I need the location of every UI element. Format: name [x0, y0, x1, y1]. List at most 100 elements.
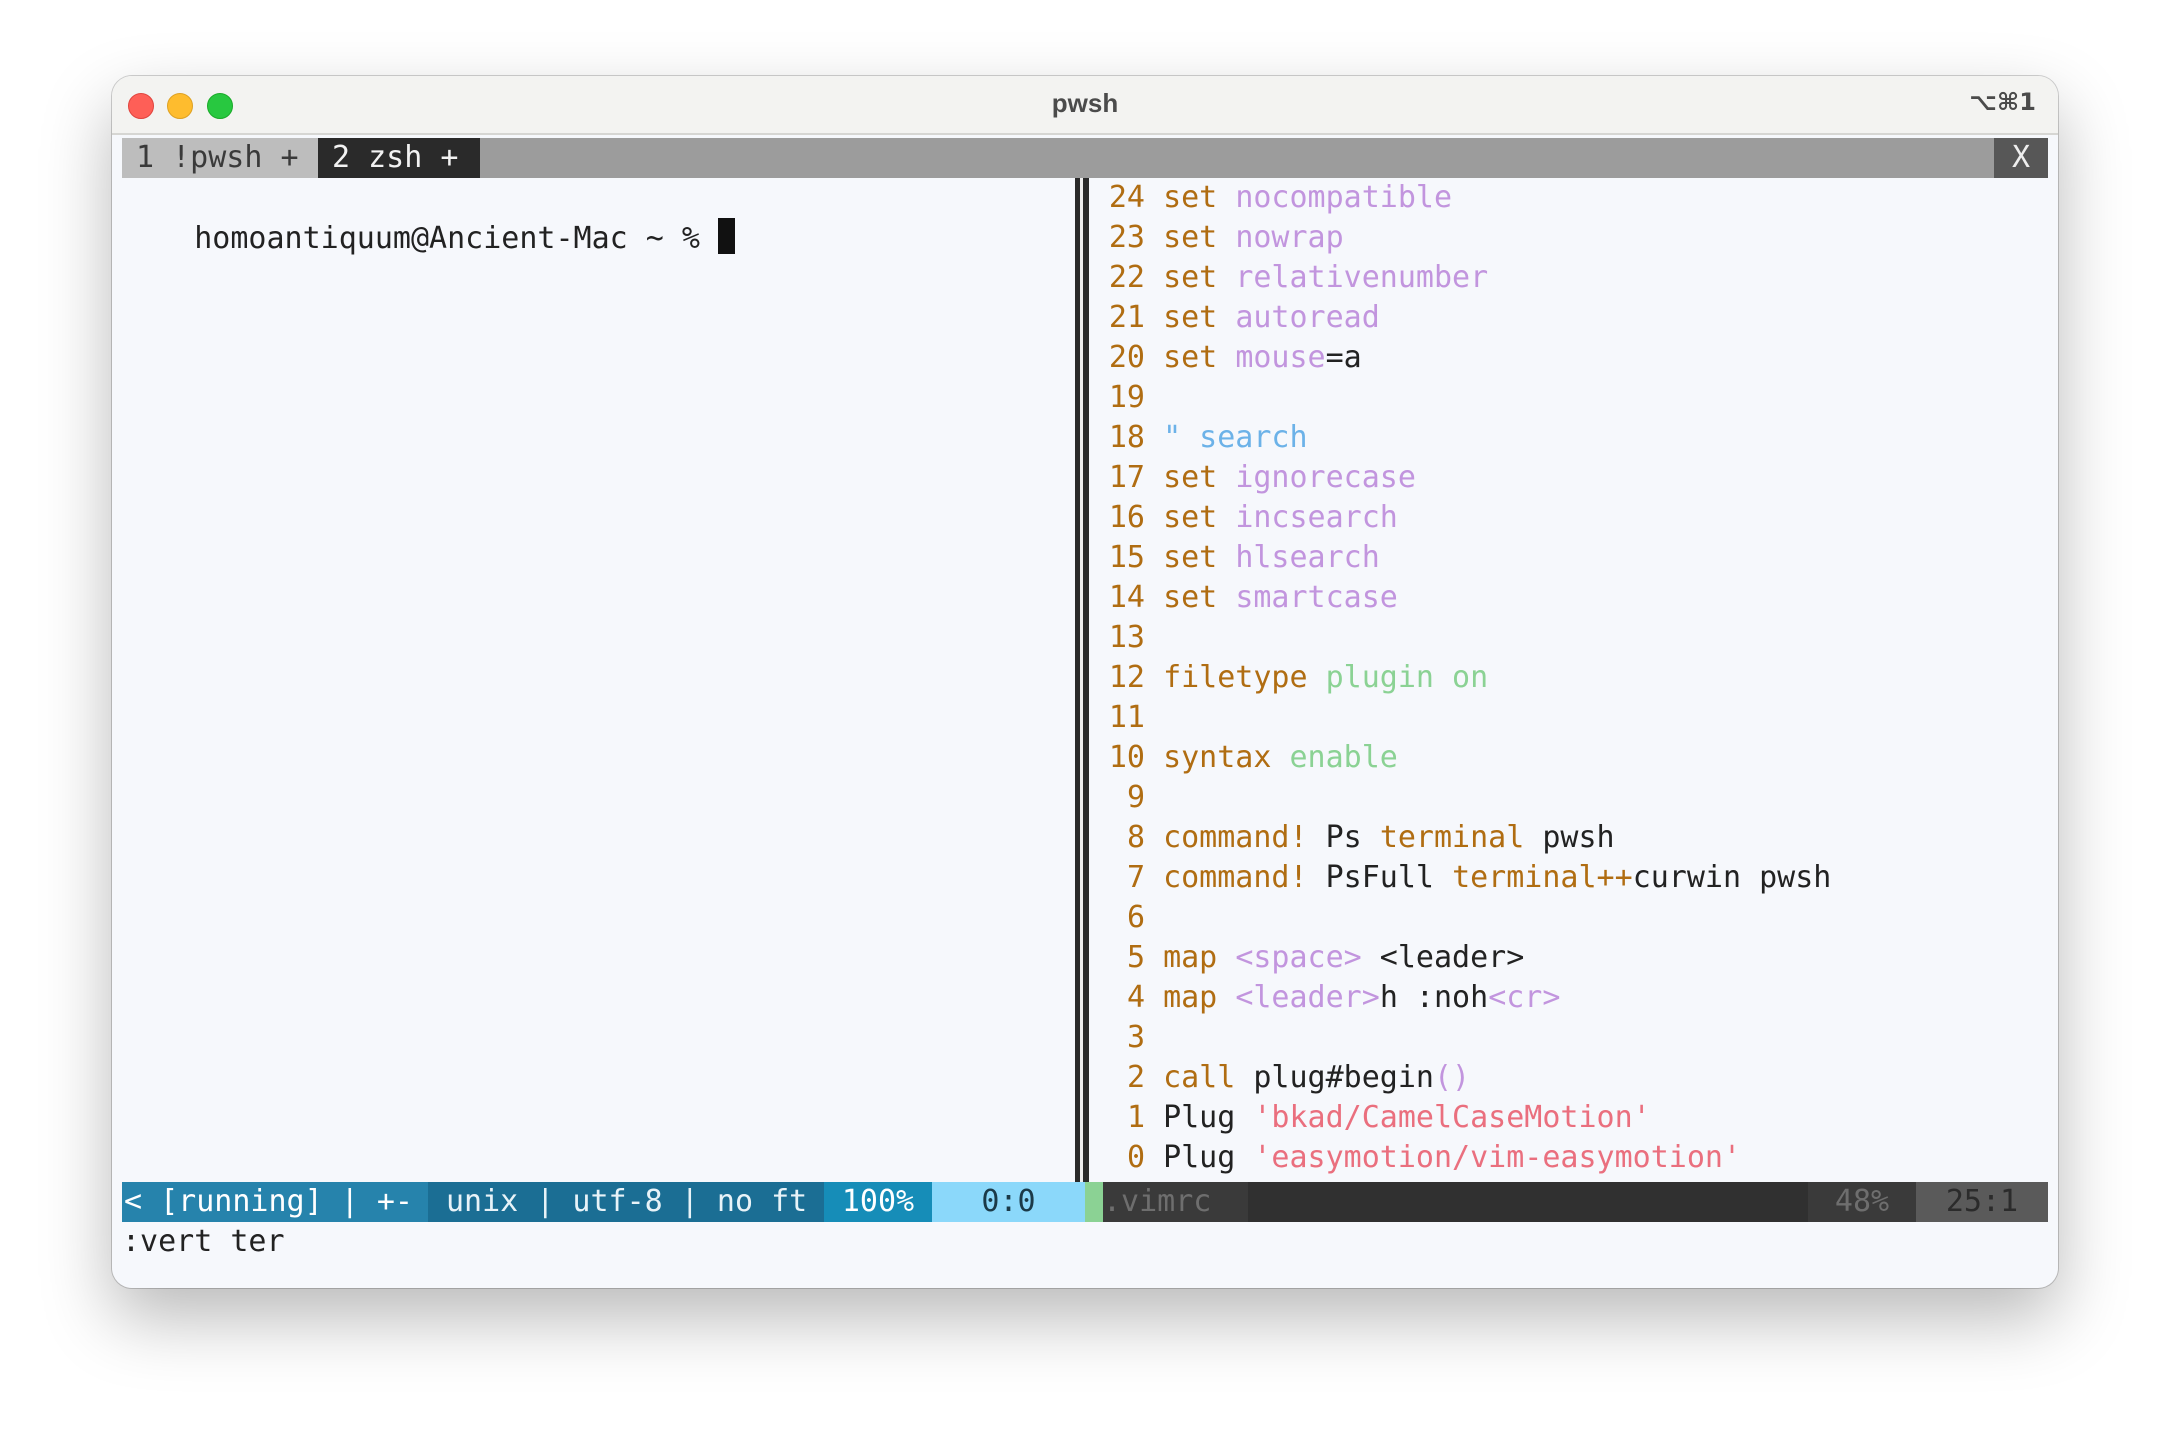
terminal-pane[interactable]: homoantiquum@Ancient-Mac ~ % [122, 178, 1075, 1182]
code-line: 1 Plug 'bkad/CamelCaseMotion' [1089, 1098, 1651, 1138]
line-number: 5 [1126, 940, 1145, 975]
window-shortcut: ⌥⌘1 [1969, 88, 2036, 116]
code-token: =a [1325, 340, 1362, 375]
line-number: 10 [1108, 740, 1145, 775]
tab-zsh[interactable]: 2 zsh + [318, 138, 480, 178]
code-line: 8 command! Ps terminal pwsh [1089, 818, 1615, 858]
code-token: Plug [1163, 1140, 1254, 1175]
code-line: 11 [1089, 698, 1163, 738]
code-line: 17 set ignorecase [1089, 458, 1416, 498]
code-line: 0 Plug 'easymotion/vim-easymotion' [1089, 1138, 1741, 1178]
vim-tabline: 1 !pwsh + 2 zsh + X [122, 138, 2048, 178]
code-token: set [1163, 260, 1218, 295]
terminal-window: pwsh ⌥⌘1 1 !pwsh + 2 zsh + X homoantiquu… [112, 76, 2058, 1288]
code-token: nowrap [1235, 220, 1344, 255]
code-line: 4 map <leader>h :noh<cr> [1089, 978, 1561, 1018]
line-number: 6 [1126, 900, 1145, 935]
window-title: pwsh [1051, 88, 1119, 118]
terminal-cursor [718, 218, 736, 254]
code-token: curwin pwsh [1632, 860, 1832, 895]
status-filename: .vimrc [1103, 1182, 1248, 1222]
line-number: 24 [1108, 180, 1145, 215]
line-number: 18 [1108, 420, 1145, 455]
code-token: autoread [1235, 300, 1380, 335]
code-line: 23 set nowrap [1089, 218, 1344, 258]
code-line: 14 set smartcase [1089, 578, 1398, 618]
line-number: 22 [1108, 260, 1145, 295]
command-line[interactable]: :vert ter [122, 1222, 285, 1262]
tabline-close-button[interactable]: X [1994, 138, 2048, 178]
line-number: 19 [1108, 380, 1145, 415]
code-token: filetype [1163, 660, 1308, 695]
code-token: incsearch [1235, 500, 1398, 535]
code-token: set [1163, 580, 1218, 615]
line-number: 17 [1108, 460, 1145, 495]
code-token: terminal [1379, 820, 1525, 855]
code-line: 12 filetype plugin on [1089, 658, 1488, 698]
code-line: 18 " search [1089, 418, 1308, 458]
code-line: 2 call plug#begin() [1089, 1058, 1470, 1098]
code-token: pwsh [1524, 820, 1615, 855]
code-token: relativenumber [1235, 260, 1489, 295]
code-line: 10 syntax enable [1089, 738, 1398, 778]
line-number: 0 [1126, 1140, 1145, 1175]
code-token: " search [1163, 420, 1308, 455]
code-line: 21 set autoread [1089, 298, 1380, 338]
line-number: 15 [1108, 540, 1145, 575]
code-token: <space> [1235, 940, 1362, 975]
line-number: 13 [1108, 620, 1145, 655]
code-token: plug#begin [1235, 1060, 1434, 1095]
line-number: 3 [1126, 1020, 1145, 1055]
code-token: PsFull [1307, 860, 1453, 895]
code-token: Plug [1163, 1100, 1254, 1135]
code-token: plugin on [1325, 660, 1489, 695]
code-line: 3 [1089, 1018, 1163, 1058]
code-token: <cr> [1488, 980, 1561, 1015]
code-token: ignorecase [1235, 460, 1416, 495]
status-file-info: unix | utf-8 | no ft [428, 1182, 824, 1222]
line-number: 21 [1108, 300, 1145, 335]
code-line: 6 [1089, 898, 1163, 938]
status-fill [1248, 1182, 1808, 1222]
code-token: <leader> [1361, 940, 1525, 975]
code-token: h :noh [1379, 980, 1489, 1015]
line-number: 1 [1126, 1100, 1145, 1135]
status-position: 0:0 [932, 1182, 1085, 1222]
status-percent: 100% [824, 1182, 932, 1222]
line-number: 2 [1126, 1060, 1145, 1095]
code-line: 22 set relativenumber [1089, 258, 1488, 298]
code-token: set [1163, 460, 1218, 495]
code-line: 24 set nocompatible [1089, 178, 1452, 218]
tab-pwsh[interactable]: 1 !pwsh + [122, 138, 318, 178]
code-token: nocompatible [1235, 180, 1453, 215]
line-number: 16 [1108, 500, 1145, 535]
vimrc-editor-pane[interactable]: 24 set nocompatible 23 set nowrap 22 set r… [1089, 178, 2048, 1182]
line-number: 7 [1126, 860, 1145, 895]
vertical-split-divider[interactable] [1075, 178, 1089, 1182]
status-mode: < [running] | +- [122, 1182, 428, 1222]
line-number: 8 [1126, 820, 1145, 855]
code-line: 9 [1089, 778, 1163, 818]
status-right-position: 25:1 [1916, 1182, 2048, 1222]
code-token: 'easymotion/vim-easymotion' [1253, 1140, 1742, 1175]
code-token: set [1163, 220, 1218, 255]
code-token: command! [1163, 860, 1308, 895]
code-token: hlsearch [1235, 540, 1380, 575]
line-number: 23 [1108, 220, 1145, 255]
code-line: 19 [1089, 378, 1163, 418]
code-line: 15 set hlsearch [1089, 538, 1380, 578]
status-line: < [running] | +- unix | utf-8 | no ft 10… [122, 1182, 2048, 1222]
code-token: set [1163, 540, 1218, 575]
code-token: mouse [1235, 340, 1326, 375]
code-token: smartcase [1235, 580, 1398, 615]
